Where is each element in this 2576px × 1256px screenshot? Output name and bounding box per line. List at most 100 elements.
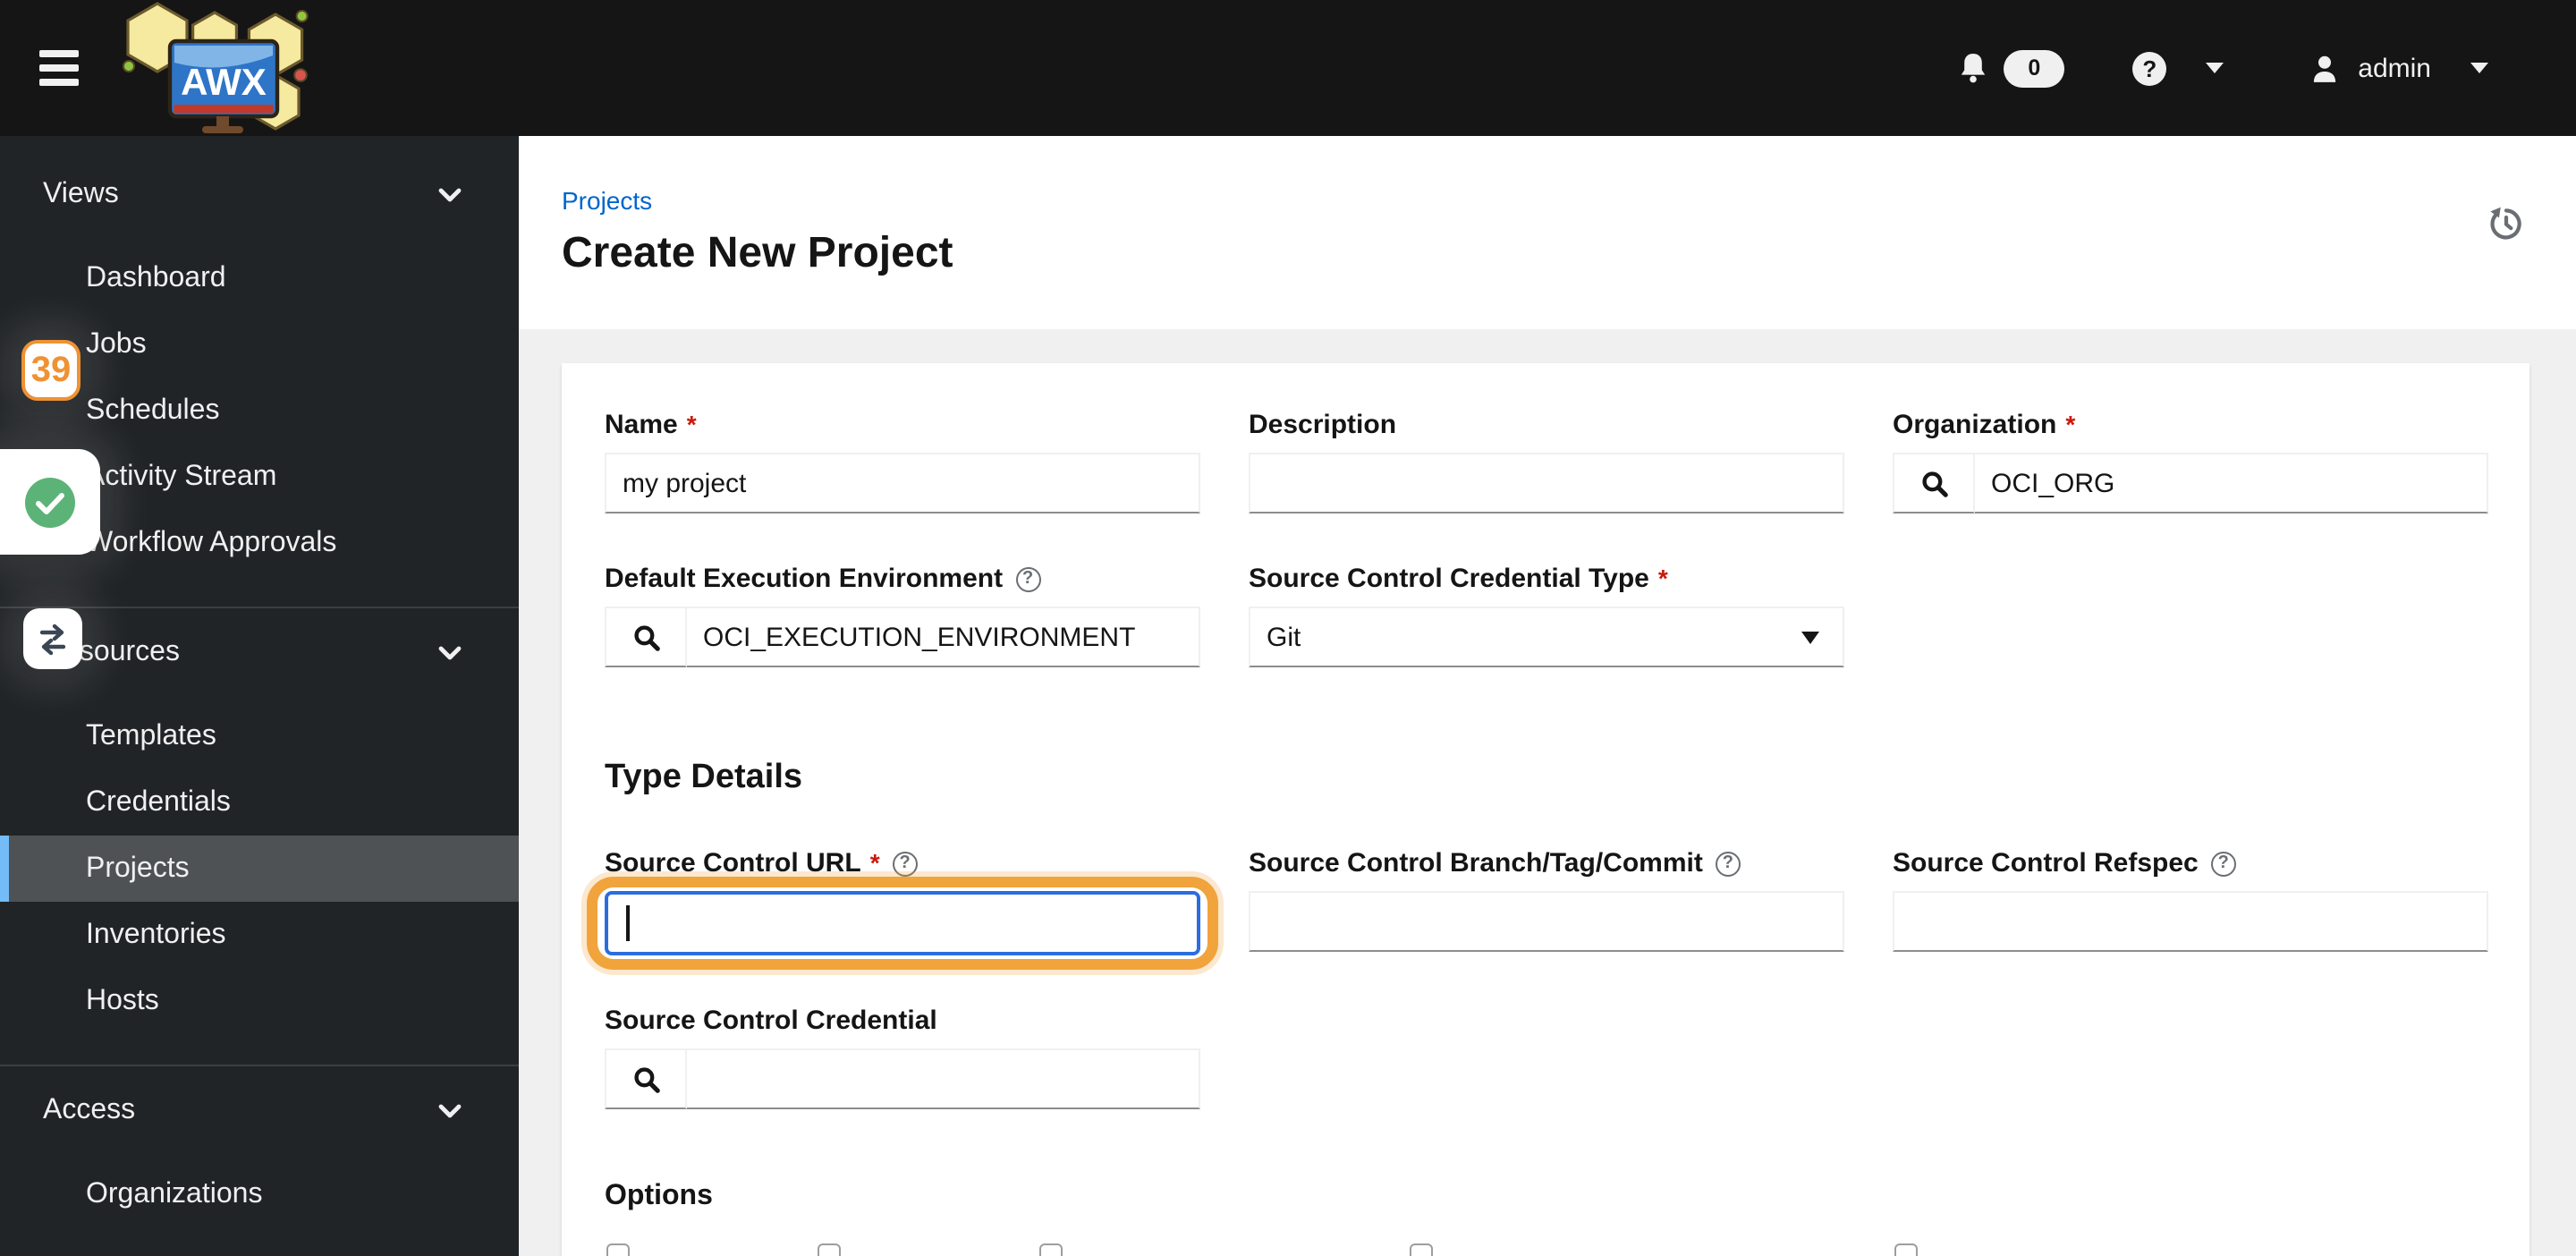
option-checkbox-1[interactable] <box>606 1243 630 1256</box>
nav-group-views[interactable]: Views <box>0 163 519 227</box>
chevron-down-icon <box>438 1103 462 1117</box>
annotation-swap-card <box>23 608 82 669</box>
scm-refspec-input[interactable] <box>1893 891 2488 952</box>
organization-input[interactable] <box>1975 453 2488 513</box>
create-project-form-card: Name * Description Organization * <box>562 363 2529 1256</box>
form-row-2-spacer <box>1893 560 2488 667</box>
chevron-down-icon[interactable] <box>2206 63 2224 82</box>
field-scm-credential-type: Source Control Credential Type * Git <box>1249 560 1844 667</box>
awx-app: AWX 0 ? admin Views Dashboard Jobs Sched… <box>0 0 2576 1256</box>
option-checkbox-3[interactable] <box>1039 1243 1063 1256</box>
name-input[interactable] <box>605 453 1200 513</box>
check-circle-icon <box>25 477 75 527</box>
menu-icon <box>39 79 79 86</box>
sidebar-item-hosts[interactable]: Hosts <box>0 968 519 1034</box>
scm-credential-lookup <box>605 1048 1200 1109</box>
history-icon <box>2490 207 2521 240</box>
help-icon[interactable]: ? <box>892 851 918 876</box>
chevron-down-icon <box>1801 632 1819 653</box>
awx-logo-text: AWX <box>181 61 267 103</box>
bell-icon[interactable] <box>1959 52 1987 84</box>
scm-url-input[interactable] <box>605 891 1200 955</box>
execution-environment-lookup <box>605 607 1200 667</box>
masthead: AWX 0 ? admin <box>0 0 2576 136</box>
label-text: Source Control Refspec <box>1893 848 2199 878</box>
sidebar-item-inventories[interactable]: Inventories <box>0 902 519 968</box>
label-text: Source Control Branch/Tag/Commit <box>1249 848 1703 878</box>
name-label: Name * <box>605 406 1200 444</box>
label-text: Name <box>605 410 678 440</box>
search-icon <box>633 624 659 650</box>
user-icon[interactable] <box>2309 53 2340 83</box>
help-icon[interactable]: ? <box>1015 566 1041 591</box>
text-cursor <box>626 905 629 941</box>
field-scm-url: Source Control URL * ? <box>587 844 1218 970</box>
scm-branch-input[interactable] <box>1249 891 1844 952</box>
menu-icon <box>39 50 79 57</box>
field-scm-credential: Source Control Credential <box>605 1002 1200 1109</box>
scm-url-label: Source Control URL * ? <box>605 844 1200 882</box>
field-scm-refspec: Source Control Refspec ? <box>1893 844 2488 955</box>
nav-group-access[interactable]: Access <box>0 1079 519 1143</box>
nav-group-resources-items: Templates Credentials Projects Inventori… <box>0 703 519 1034</box>
scm-credential-type-select[interactable]: Git <box>1249 607 1844 667</box>
nav-group-label: Views <box>43 179 119 209</box>
sidebar-divider <box>0 607 519 608</box>
options-section-title: Options <box>605 1181 713 1211</box>
swap-arrows-icon <box>39 623 66 655</box>
scm-refspec-label: Source Control Refspec ? <box>1893 844 2488 882</box>
sidebar-item-organizations[interactable]: Organizations <box>0 1161 519 1227</box>
page-title: Create New Project <box>562 229 953 277</box>
scm-credential-input[interactable] <box>687 1048 1200 1109</box>
scm-credential-label: Source Control Credential <box>605 1002 1200 1040</box>
sidebar-divider <box>0 1065 519 1066</box>
help-icon[interactable]: ? <box>2132 51 2167 85</box>
description-label: Description <box>1249 406 1844 444</box>
search-icon <box>1921 471 1947 496</box>
execution-environment-search-button[interactable] <box>605 607 687 667</box>
page-header: Projects Create New Project <box>519 136 2576 329</box>
username-label[interactable]: admin <box>2358 53 2431 83</box>
notification-count-badge[interactable]: 0 <box>2004 49 2065 87</box>
sidebar-item-dashboard[interactable]: Dashboard <box>0 245 519 311</box>
label-text: Description <box>1249 410 1397 440</box>
organization-search-button[interactable] <box>1893 453 1975 513</box>
chevron-down-icon <box>438 645 462 659</box>
required-asterisk: * <box>1657 563 1668 591</box>
menu-icon <box>39 64 79 72</box>
field-scm-branch: Source Control Branch/Tag/Commit ? <box>1249 844 1844 955</box>
help-icon[interactable]: ? <box>1715 851 1741 876</box>
field-description: Description <box>1249 406 1844 513</box>
execution-environment-input[interactable] <box>687 607 1200 667</box>
scm-credential-search-button[interactable] <box>605 1048 687 1109</box>
awx-logo[interactable]: AWX <box>114 2 315 134</box>
required-asterisk: * <box>2065 409 2076 437</box>
help-icon[interactable]: ? <box>2210 851 2236 876</box>
form-row-3: Source Control URL * ? Source Control Br… <box>587 844 2488 970</box>
option-checkbox-5[interactable] <box>1894 1243 1918 1256</box>
label-text: Source Control Credential <box>605 1006 937 1036</box>
chevron-down-icon <box>438 187 462 201</box>
option-checkbox-2[interactable] <box>818 1243 841 1256</box>
field-organization: Organization * <box>1893 406 2488 513</box>
breadcrumb: Projects <box>562 184 2576 216</box>
breadcrumb-link-projects[interactable]: Projects <box>562 186 652 215</box>
description-input[interactable] <box>1249 453 1844 513</box>
sidebar-item-templates[interactable]: Templates <box>0 703 519 769</box>
label-text: Source Control URL <box>605 848 861 878</box>
history-button[interactable] <box>2487 204 2526 249</box>
option-checkbox-4[interactable] <box>1410 1243 1433 1256</box>
chevron-down-icon[interactable] <box>2470 63 2488 82</box>
field-default-execution-environment: Default Execution Environment ? <box>605 560 1200 667</box>
nav-toggle-button[interactable] <box>39 50 79 86</box>
required-asterisk: * <box>869 847 880 876</box>
form-row-2: Default Execution Environment ? Source C… <box>605 560 2487 667</box>
masthead-actions: 0 ? admin <box>1959 49 2576 87</box>
scm-branch-label: Source Control Branch/Tag/Commit ? <box>1249 844 1844 882</box>
nav-group-access-items: Organizations <box>0 1161 519 1227</box>
sidebar-item-projects[interactable]: Projects <box>0 836 519 902</box>
nav-group-label: Access <box>43 1095 136 1125</box>
scm-credential-type-label: Source Control Credential Type * <box>1249 560 1844 598</box>
field-name: Name * <box>605 406 1200 513</box>
sidebar-item-credentials[interactable]: Credentials <box>0 769 519 836</box>
